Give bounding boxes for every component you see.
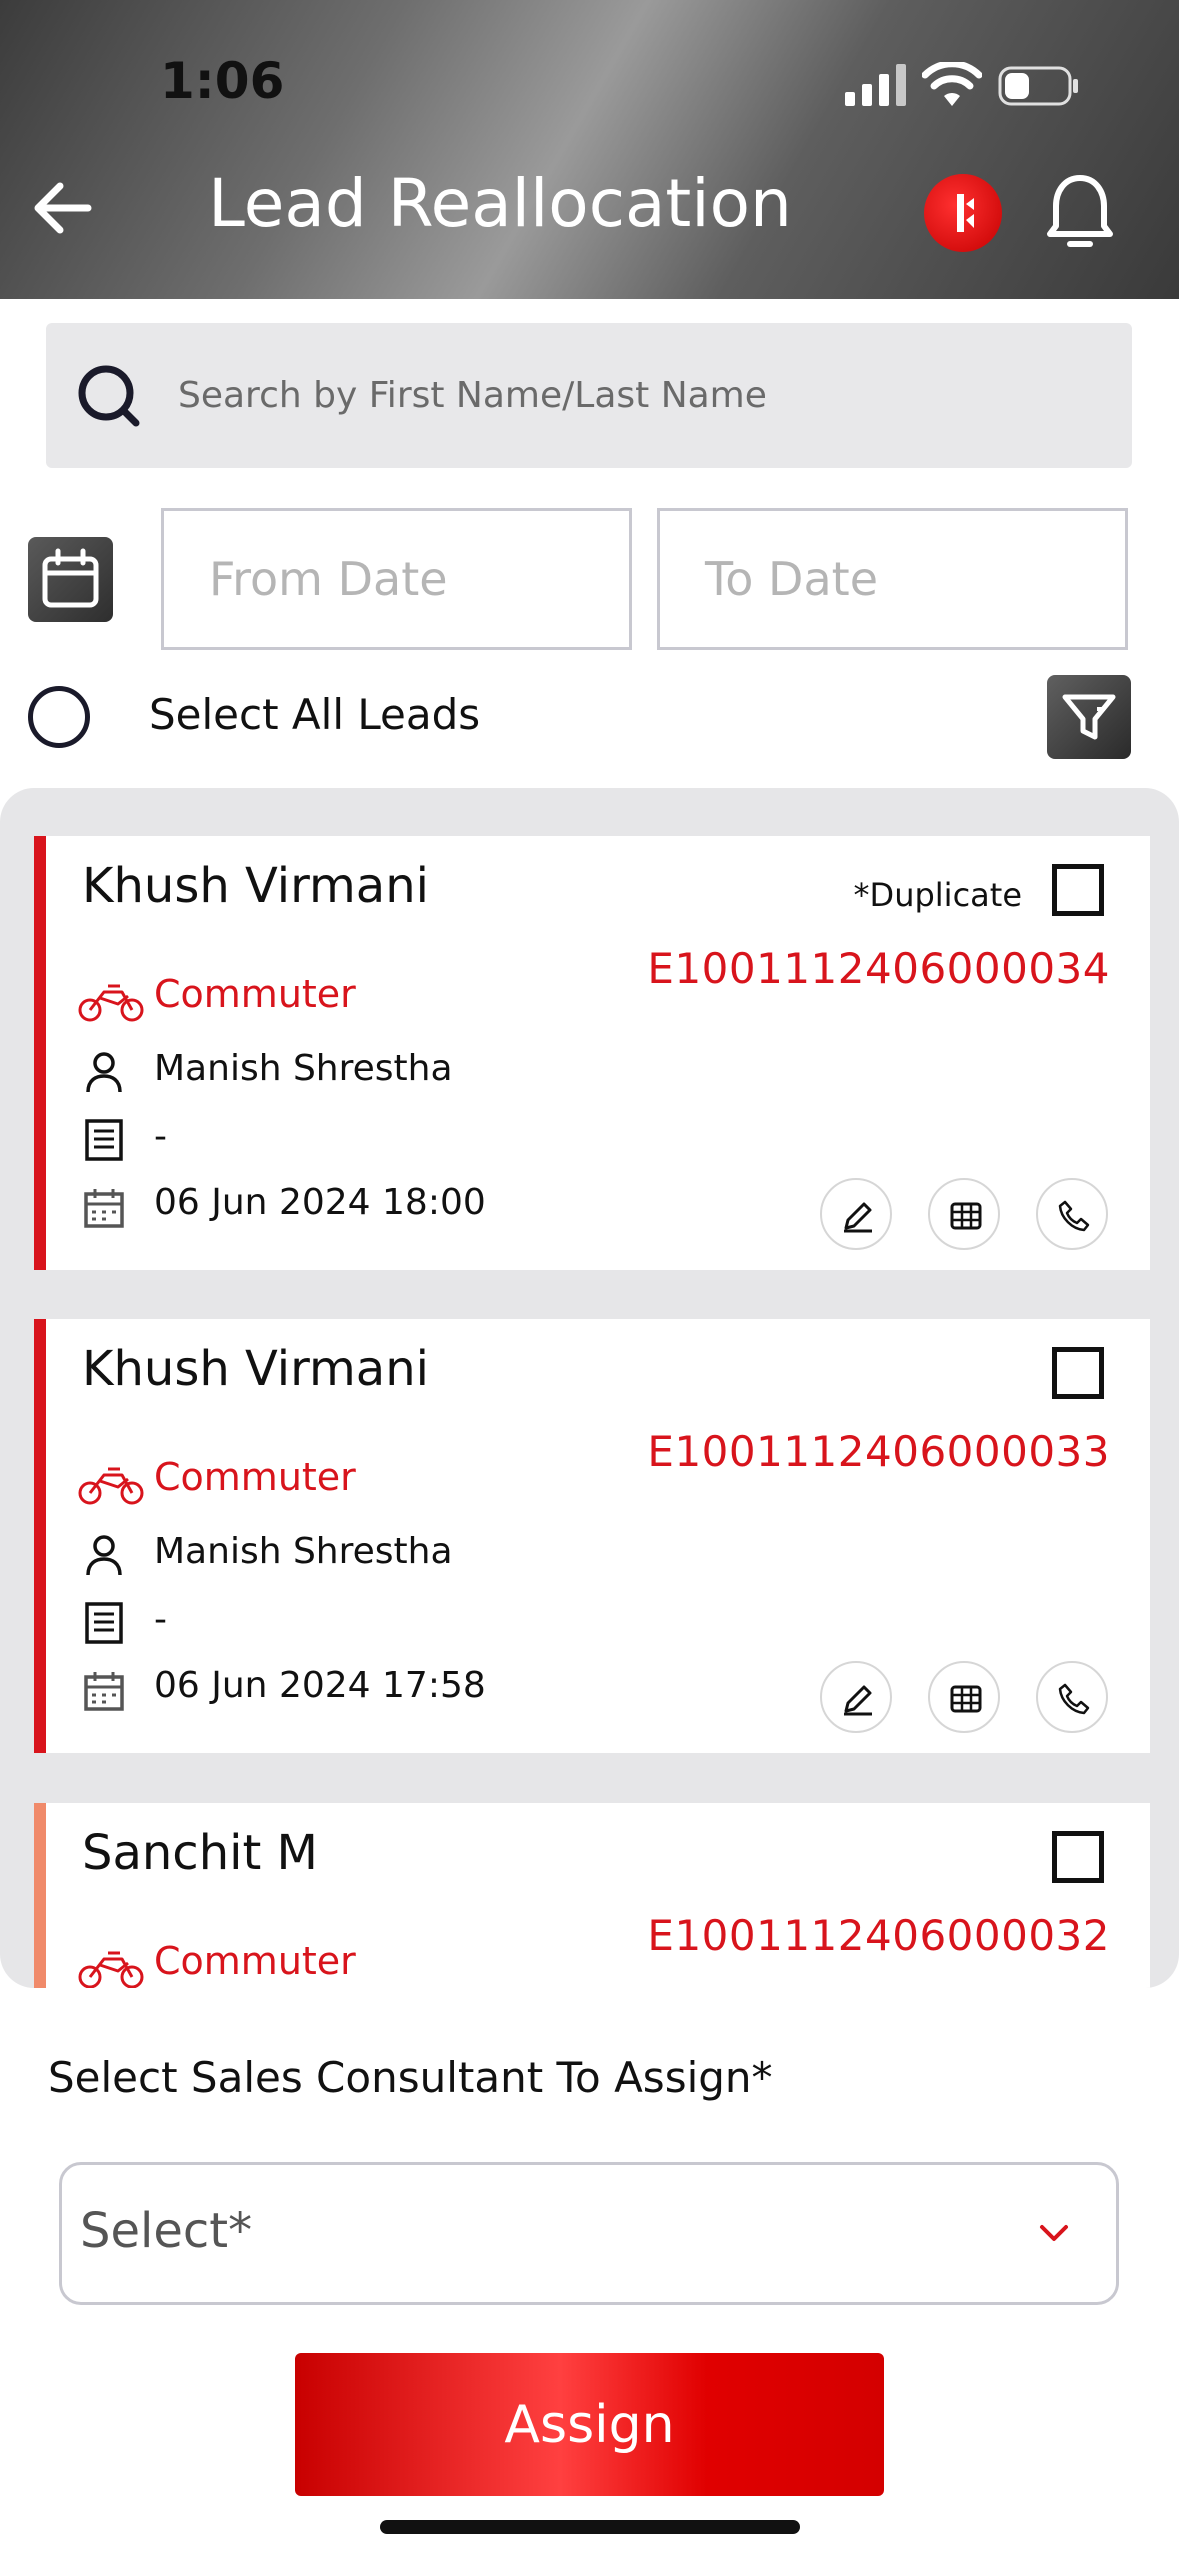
filter-icon [1062, 694, 1116, 740]
table-button[interactable] [928, 1661, 1000, 1733]
lead-checkbox[interactable] [1052, 1831, 1104, 1883]
search-input[interactable] [178, 323, 1078, 468]
calendar-button[interactable] [28, 537, 113, 622]
sales-consultant-select[interactable]: Select* [59, 2162, 1119, 2305]
select-placeholder: Select* [80, 2203, 253, 2259]
page-title: Lead Reallocation [208, 165, 792, 242]
vehicle-model: Commuter [154, 972, 356, 1016]
edit-icon [844, 1685, 872, 1716]
app-header: 1:06 Lead Reallocation [0, 0, 1179, 299]
edit-button[interactable] [820, 1661, 892, 1733]
search-icon [78, 365, 140, 427]
document-icon [85, 1602, 123, 1644]
bell-icon[interactable] [1044, 172, 1116, 252]
home-indicator [380, 2520, 800, 2534]
lead-list[interactable]: Khush Virmani *Duplicate E10011124060000… [0, 788, 1179, 1988]
to-date-field[interactable]: To Date [657, 508, 1128, 650]
call-button[interactable] [1036, 1178, 1108, 1250]
lead-card[interactable]: Khush Virmani E1001112406000033 Commuter… [34, 1319, 1150, 1753]
duplicate-tag: *Duplicate [853, 876, 1022, 914]
motorcycle-icon [78, 984, 144, 1022]
search-bar [46, 323, 1132, 468]
phone-icon [1058, 1683, 1090, 1715]
chevron-down-icon [1040, 2225, 1068, 2241]
call-button[interactable] [1036, 1661, 1108, 1733]
table-icon [950, 1685, 982, 1713]
calendar-icon [84, 1189, 124, 1228]
lead-checkbox[interactable] [1052, 1347, 1104, 1399]
battery-icon [998, 66, 1078, 106]
lead-note: - [154, 1116, 167, 1157]
cellular-signal-icon [845, 64, 906, 106]
person-icon [86, 1535, 122, 1576]
wifi-icon [922, 62, 982, 106]
person-icon [86, 1052, 122, 1093]
lead-id: E1001112406000033 [647, 1427, 1110, 1476]
lead-id: E1001112406000032 [647, 1911, 1110, 1960]
edit-button[interactable] [820, 1178, 892, 1250]
assign-consultant-label: Select Sales Consultant To Assign* [48, 2053, 773, 2102]
consultant-name: Manish Shrestha [154, 1048, 453, 1089]
phone-icon [1058, 1200, 1090, 1232]
calendar-icon [84, 1672, 124, 1711]
select-all-label: Select All Leads [149, 690, 481, 739]
vehicle-model: Commuter [154, 1939, 356, 1983]
assign-button[interactable]: Assign [295, 2353, 884, 2496]
calendar-icon [42, 548, 99, 608]
lead-card[interactable]: Khush Virmani *Duplicate E10011124060000… [34, 836, 1150, 1270]
lead-checkbox[interactable] [1052, 864, 1104, 916]
consultant-name: Manish Shrestha [154, 1531, 453, 1572]
motorcycle-icon [78, 1951, 144, 1988]
status-time: 1:06 [160, 52, 285, 110]
lead-name: Sanchit M [82, 1825, 318, 1881]
filter-button[interactable] [1047, 675, 1131, 759]
lead-note: - [154, 1599, 167, 1640]
vehicle-model: Commuter [154, 1455, 356, 1499]
motorcycle-icon [78, 1467, 144, 1505]
lead-datetime: 06 Jun 2024 18:00 [154, 1182, 486, 1223]
edit-icon [844, 1202, 872, 1233]
table-button[interactable] [928, 1178, 1000, 1250]
lead-id: E1001112406000034 [647, 944, 1110, 993]
lead-name: Khush Virmani [82, 858, 429, 914]
select-all-radio[interactable] [28, 686, 90, 748]
lead-card[interactable]: Sanchit M E1001112406000032 Commuter [34, 1803, 1150, 1988]
lead-datetime: 06 Jun 2024 17:58 [154, 1665, 486, 1706]
from-date-field[interactable]: From Date [161, 508, 632, 650]
lead-name: Khush Virmani [82, 1341, 429, 1397]
document-icon [85, 1119, 123, 1161]
table-icon [950, 1202, 982, 1230]
brand-logo-icon [924, 174, 1002, 252]
lead-reallocation-screen: 1:06 Lead Reallocation Search by First N… [0, 0, 1179, 2556]
